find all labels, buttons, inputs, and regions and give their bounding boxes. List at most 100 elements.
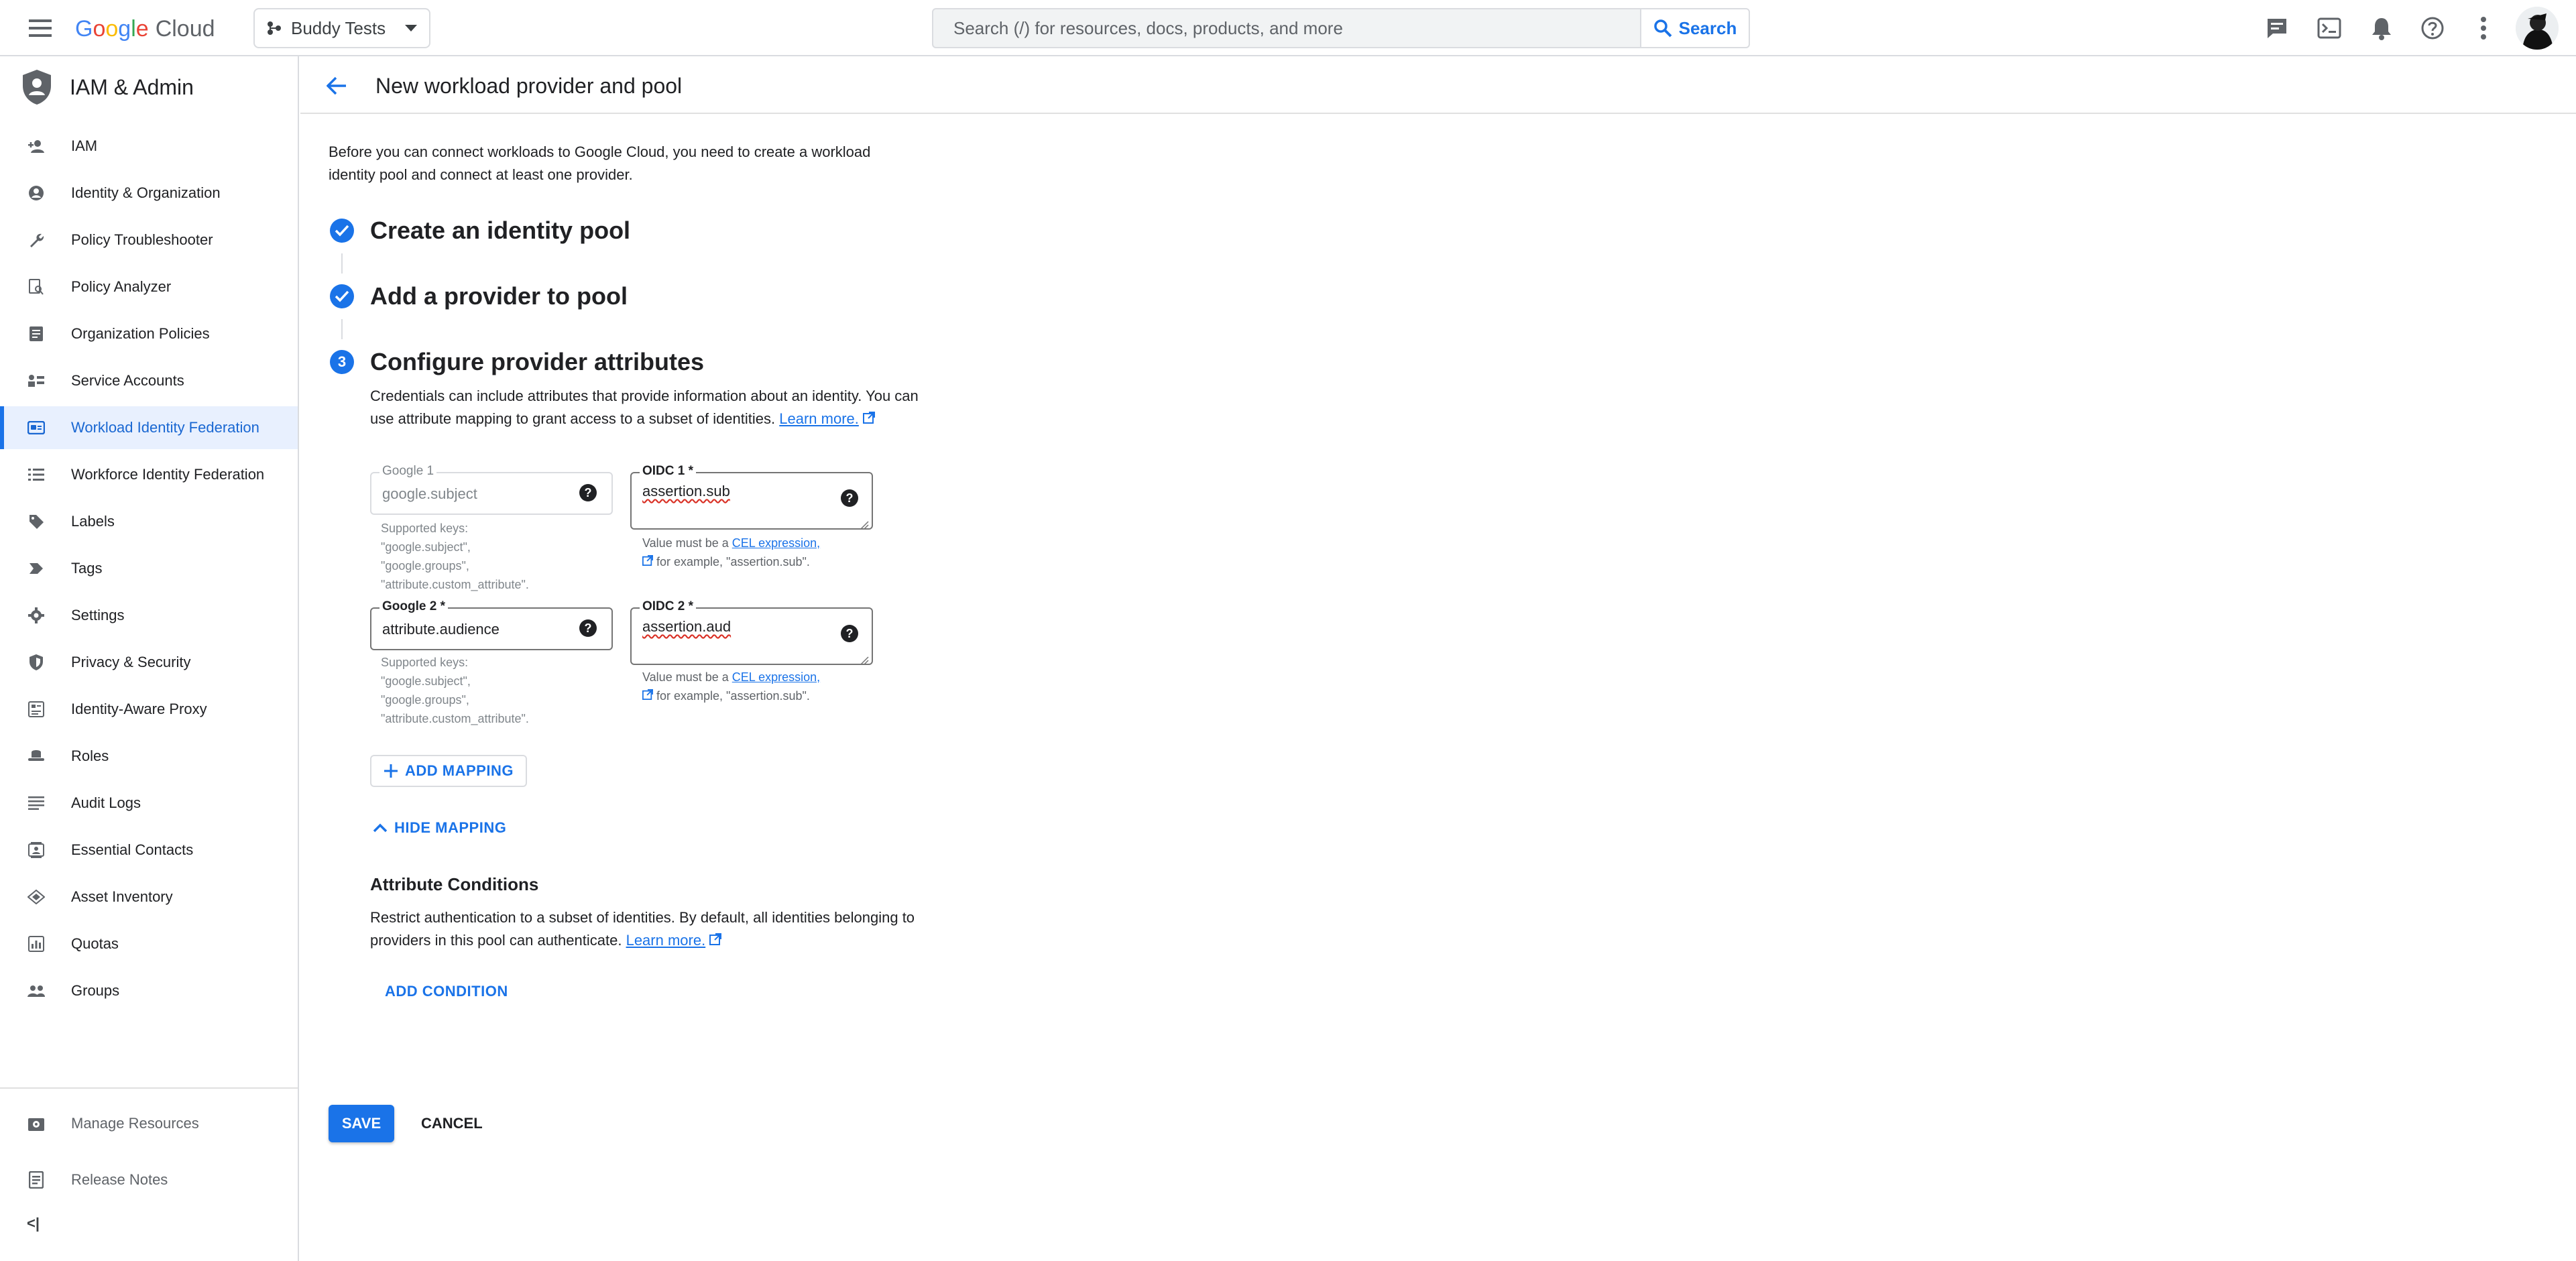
step-connector: [341, 253, 343, 274]
oidc-1-value[interactable]: assertion.sub: [642, 483, 730, 500]
group-icon: [27, 981, 46, 1000]
help-circle-icon[interactable]: ?: [579, 484, 597, 501]
help-circle-icon[interactable]: ?: [841, 489, 858, 507]
more-vert-icon[interactable]: [2467, 12, 2500, 44]
tag-icon: [27, 512, 46, 531]
sidebar-item-service-accounts[interactable]: Service Accounts: [0, 359, 298, 402]
cel-expression-link[interactable]: CEL expression,: [732, 536, 820, 550]
resize-handle-icon[interactable]: [860, 652, 869, 665]
caret-down-icon: [405, 25, 417, 32]
sidebar-item-quotas[interactable]: Quotas: [0, 922, 298, 965]
iam-shield-icon: [20, 68, 54, 106]
sidebar-item-policy-troubleshooter[interactable]: Policy Troubleshooter: [0, 219, 298, 261]
sidebar-item-audit-logs[interactable]: Audit Logs: [0, 782, 298, 825]
sidebar-item-essential-contacts[interactable]: Essential Contacts: [0, 829, 298, 872]
avatar[interactable]: [2516, 7, 2559, 50]
logo-letter: e: [135, 16, 149, 42]
sidebar-item-label: Identity-Aware Proxy: [71, 701, 207, 717]
plus-icon: [384, 764, 398, 778]
oidc-1-hint: Value must be a CEL expression, for exam…: [642, 534, 870, 571]
search-button[interactable]: Search: [1640, 8, 1750, 48]
oidc-1-label: OIDC 1 *: [640, 464, 697, 479]
search-input[interactable]: [952, 17, 1621, 40]
resize-handle-icon[interactable]: [860, 516, 869, 530]
logo-letter: g: [118, 16, 131, 42]
policy-analyzer-icon: [27, 278, 46, 296]
oidc-1-field[interactable]: OIDC 1 * assertion.sub ?: [630, 464, 873, 530]
sidebar-item-release-notes[interactable]: Release Notes: [0, 1158, 298, 1201]
quota-icon: [27, 935, 46, 953]
sidebar-divider: [0, 1087, 298, 1089]
sidebar-item-manage-resources[interactable]: Manage Resources: [0, 1102, 298, 1145]
sidebar-item-identity-organization[interactable]: Identity & Organization: [0, 172, 298, 215]
learn-more-link[interactable]: Learn more.: [626, 932, 706, 949]
sidebar-item-workload-identity-federation[interactable]: Workload Identity Federation: [0, 406, 298, 449]
help-icon[interactable]: [2416, 12, 2449, 44]
cancel-button[interactable]: CANCEL: [410, 1105, 493, 1142]
learn-more-link[interactable]: Learn more.: [779, 410, 859, 427]
add-mapping-label: ADD MAPPING: [405, 762, 514, 779]
project-picker[interactable]: Buddy Tests: [253, 8, 430, 48]
search-box[interactable]: [932, 8, 1641, 48]
sidebar-item-privacy-security[interactable]: Privacy & Security: [0, 641, 298, 684]
sidebar-item-groups[interactable]: Groups: [0, 969, 298, 1012]
list-icon: [27, 465, 46, 484]
attribute-conditions-description: Restrict authentication to a subset of i…: [370, 906, 947, 952]
sidebar-item-roles[interactable]: Roles: [0, 735, 298, 778]
sidebar-item-label: Groups: [71, 982, 120, 999]
notes-doc-icon: [27, 1170, 46, 1189]
sidebar-item-organization-policies[interactable]: Organization Policies: [0, 312, 298, 355]
sidebar-item-label: Policy Analyzer: [71, 278, 172, 295]
sidebar-item-settings[interactable]: Settings: [0, 594, 298, 637]
proxy-icon: [27, 700, 46, 719]
google-2-field[interactable]: Google 2 * attribute.audience ?: [370, 599, 613, 650]
oidc-2-field[interactable]: OIDC 2 * assertion.aud ?: [630, 599, 873, 665]
sidebar-item-iam[interactable]: IAM: [0, 125, 298, 168]
logo-letter: G: [75, 16, 93, 42]
sidebar-title: IAM & Admin: [70, 74, 194, 99]
attribute-conditions-title: Attribute Conditions: [370, 874, 539, 894]
sidebar-item-label: Settings: [71, 607, 125, 623]
logo-cloud-text: Cloud: [155, 16, 215, 42]
step-connector: [341, 319, 343, 339]
search-button-label: Search: [1678, 17, 1737, 38]
sidebar-item-label: IAM: [71, 137, 98, 154]
google-1-value: google.subject: [382, 485, 477, 502]
project-hierarchy-icon: [267, 21, 282, 36]
search-icon: [1653, 19, 1672, 38]
sidebar-item-policy-analyzer[interactable]: Policy Analyzer: [0, 265, 298, 308]
help-circle-icon[interactable]: ?: [841, 625, 858, 642]
oidc-2-value[interactable]: assertion.aud: [642, 618, 731, 636]
google-1-label: Google 1: [379, 464, 437, 479]
hide-mapping-button[interactable]: HIDE MAPPING: [373, 817, 506, 839]
add-condition-button[interactable]: ADD CONDITION: [385, 980, 508, 1003]
sidebar-item-labels[interactable]: Labels: [0, 500, 298, 543]
sidebar-item-tags[interactable]: Tags: [0, 547, 298, 590]
back-arrow-icon[interactable]: [320, 70, 353, 102]
sidebar-item-label: Audit Logs: [71, 794, 141, 811]
sidebar-item-workforce-identity-federation[interactable]: Workforce Identity Federation: [0, 453, 298, 496]
wrench-icon: [27, 231, 46, 249]
notifications-icon[interactable]: [2365, 12, 2398, 44]
add-mapping-button[interactable]: ADD MAPPING: [370, 755, 527, 787]
save-label: SAVE: [341, 1115, 382, 1132]
project-name: Buddy Tests: [291, 17, 386, 38]
menu-icon[interactable]: [24, 12, 56, 44]
sidebar-item-asset-inventory[interactable]: Asset Inventory: [0, 876, 298, 918]
cel-expression-link[interactable]: CEL expression,: [732, 670, 820, 684]
google-2-value[interactable]: attribute.audience: [382, 621, 500, 638]
terminal-icon[interactable]: [2313, 12, 2345, 44]
notes-icon[interactable]: [2261, 12, 2293, 44]
help-circle-icon[interactable]: ?: [579, 619, 597, 637]
logo-letter: o: [105, 16, 119, 42]
google-cloud-logo[interactable]: Google Cloud: [75, 13, 215, 44]
collapse-sidebar-button[interactable]: <|: [27, 1215, 40, 1232]
contacts-icon: [27, 841, 46, 859]
sidebar-item-label: Workforce Identity Federation: [71, 466, 265, 483]
google-1-field: Google 1 google.subject ?: [370, 464, 613, 515]
save-button[interactable]: SAVE: [329, 1105, 394, 1142]
step-3-description: Credentials can include attributes that …: [370, 385, 933, 430]
sidebar-item-identity-aware-proxy[interactable]: Identity-Aware Proxy: [0, 688, 298, 731]
oidc-2-label: OIDC 2 *: [640, 599, 697, 614]
sidebar-item-label: Identity & Organization: [71, 184, 221, 201]
